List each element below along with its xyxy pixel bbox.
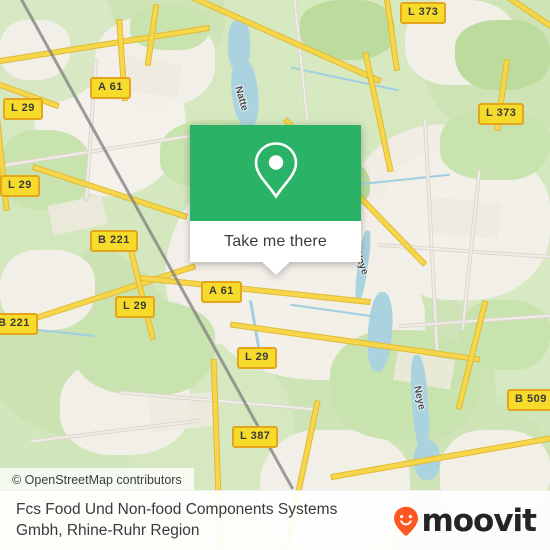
road-shield: B 221 [90,230,138,252]
road-shield: A 61 [90,77,131,99]
callout-tail [260,261,291,275]
map-field [428,197,502,239]
road-shield: L 373 [400,2,447,24]
moovit-smiley-pin-icon [393,506,419,536]
road-shield: A 61 [201,281,242,303]
moovit-wordmark: moovit [421,502,537,539]
callout-action-bar[interactable]: Take me there [190,221,361,275]
road-shield: L 29 [0,175,40,197]
road-shield: B 221 [0,313,38,335]
map-pin-icon [251,140,301,207]
moovit-place-map-card: L 373 A 61 L 29 L 373 L 29 B 221 A 61 L … [0,0,550,550]
footer-bar: Fcs Food Und Non-food Components Systems… [0,490,550,550]
road-shield: L 29 [115,296,155,318]
road-shield: L 387 [232,426,279,448]
road-shield: L 29 [237,347,277,369]
road-shield: L 29 [3,98,43,120]
callout-pin-area [190,125,361,221]
road-shield: L 373 [478,103,525,125]
place-title: Fcs Food Und Non-food Components Systems… [16,500,338,539]
moovit-brand[interactable]: moovit [393,502,537,539]
take-me-there-callout[interactable]: Take me there [190,125,361,275]
take-me-there-label: Take me there [224,232,327,250]
road-shield: B 509 [507,389,550,411]
map-canvas[interactable]: L 373 A 61 L 29 L 373 L 29 B 221 A 61 L … [0,0,550,550]
